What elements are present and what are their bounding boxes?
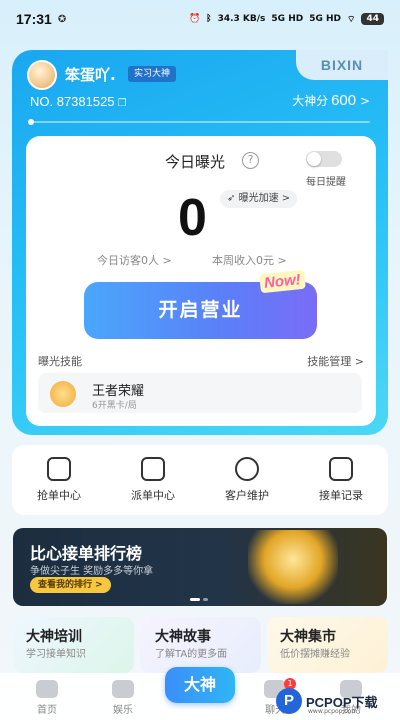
status-bar: 17:31 ✪ ⏰ ᛒ 34.3 KB/s 5G HD 5G HD ⌔ 44 [0,0,400,38]
boost-label: 曝光加速 > [238,193,291,204]
help-icon[interactable]: ? [242,152,259,169]
feature-sub: 学习接单知识 [26,649,86,660]
skill-sub: 6开黑卡/局 [92,401,137,411]
user-number[interactable]: NO. 87381525 ❐ [30,94,127,109]
visitor-stat[interactable]: 今日访客0人 > [97,252,172,268]
quick-menu-dispatch[interactable]: 派单中心 [113,457,193,503]
banner-pagination [190,598,208,601]
quick-menu-label: 派单中心 [131,489,175,502]
status-right: ⏰ ᛒ 34.3 KB/s 5G HD 5G HD ⌔ 44 [189,13,384,25]
nav-label: 娱乐 [113,705,133,716]
bluetooth-icon: ᛒ [206,14,212,24]
signal-2: 5G HD [309,14,341,24]
score-progress-dot [28,119,34,125]
status-time: 17:31 [16,11,52,27]
feature-sub: 了解TA的更多面 [155,649,228,660]
watermark-sub: www.pcpop.com [308,708,358,715]
quick-menu-records[interactable]: 接单记录 [301,457,381,503]
banner-title: 比心接单排行榜 [30,544,143,563]
score-progress-track [30,121,370,123]
notification-icon: ✪ [57,13,67,25]
copy-icon[interactable]: ❐ [118,98,127,109]
battery-indicator: 44 [361,13,384,25]
trophy-icon [248,530,338,604]
banner-subtitle: 争做尖子生 奖励多多等你拿 [30,566,154,577]
skill-name: 王者荣耀 [92,384,145,399]
username: 笨蛋吖. [65,66,116,84]
rocket-icon: ➶ [227,193,236,204]
user-number-text: NO. 87381525 [30,94,115,109]
heart-icon [36,680,58,698]
feature-title: 大神集市 [280,629,336,645]
quick-menu: 抢单中心 派单中心 客户维护 接单记录 [12,445,388,515]
feature-title: 大神培训 [26,629,82,645]
brand-tab: BIXIN [296,50,388,80]
records-icon [329,457,353,481]
avatar[interactable] [27,60,57,90]
nav-home[interactable]: 首页 [22,680,72,716]
quick-menu-label: 抢单中心 [37,489,81,502]
skills-manage-link[interactable]: 技能管理 > [307,353,364,369]
dispatch-icon [141,457,165,481]
daily-remind-toggle[interactable] [306,151,342,167]
nav-center-god[interactable]: 大神 [165,667,235,703]
play-icon [112,680,134,698]
signal-1: 5G HD [271,14,304,24]
pagination-dot [203,598,208,601]
income-stat[interactable]: 本周收入0元 > [212,252,287,268]
exposure-count: 0 [178,189,207,247]
chevron-right-icon: > [359,94,370,108]
nav-label: 首页 [37,705,57,716]
watermark-logo: P [276,688,302,714]
alarm-icon: ⏰ [188,14,201,24]
daily-remind-label: 每日提醒 [306,177,346,188]
score-label: 大神分 [292,94,329,108]
exposure-title: 今日曝光 [165,153,226,171]
score-link[interactable]: 大神分 600 > [292,92,370,109]
feature-title: 大神故事 [155,629,211,645]
quick-menu-label: 接单记录 [319,489,363,502]
wifi-icon: ⌔ [347,14,356,25]
banner-view-rank-button[interactable]: 查看我的排行 > [30,577,111,593]
quick-menu-grab-orders[interactable]: 抢单中心 [19,457,99,503]
network-speed: 34.3 KB/s [217,14,266,24]
skill-item[interactable] [38,373,362,413]
boost-button[interactable]: ➶ 曝光加速 > [220,190,298,208]
game-icon [50,381,76,407]
hand-tap-icon [47,457,71,481]
nav-entertainment[interactable]: 娱乐 [98,680,148,716]
feature-sub: 低价摆摊赚经验 [280,649,350,660]
pagination-dot [190,598,200,601]
role-badge[interactable]: 实习大神 [128,66,177,82]
user-icon [235,457,259,481]
quick-menu-customers[interactable]: 客户维护 [207,457,287,503]
quick-menu-label: 客户维护 [225,489,269,502]
score-value: 600 [331,92,357,109]
skills-label: 曝光技能 [38,355,82,368]
